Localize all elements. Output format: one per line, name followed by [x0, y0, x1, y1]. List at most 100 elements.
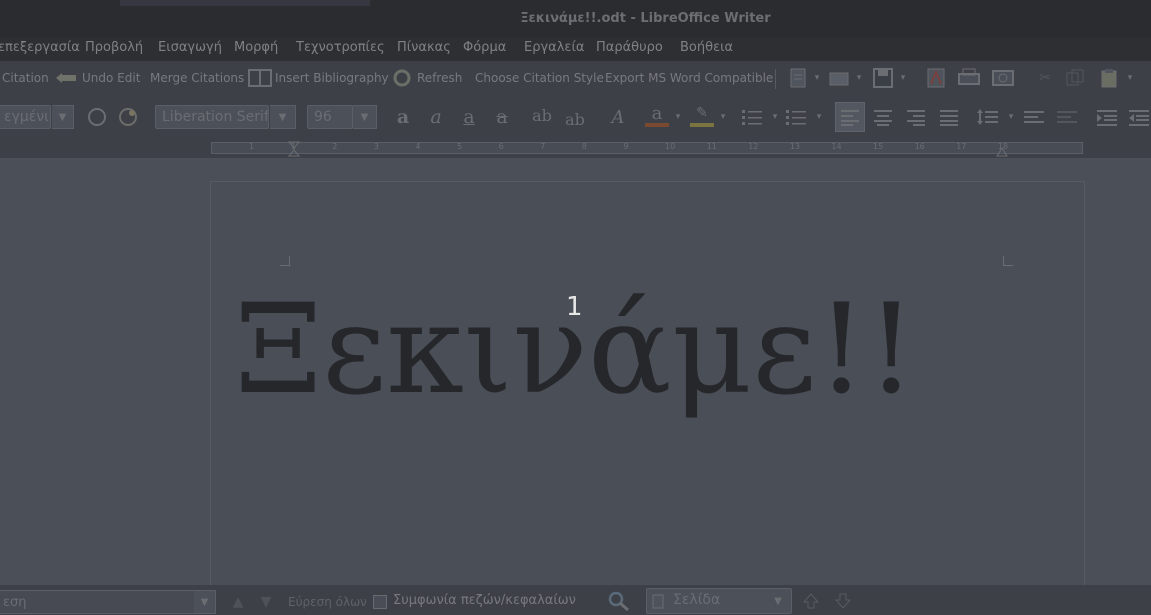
menu-edit[interactable]: επεξεργασία [0, 40, 80, 55]
subscript-icon[interactable]: ab [562, 107, 588, 131]
align-left-icon [838, 105, 862, 129]
print-preview-icon[interactable] [990, 67, 1016, 89]
print-icon[interactable] [956, 67, 982, 89]
title-bar-strip [120, 0, 370, 6]
ruler-tick-label: 6 [498, 142, 504, 151]
search-scope-dropdown-icon[interactable]: ▼ [770, 594, 786, 608]
line-spacing-dropdown-icon[interactable]: ▾ [1006, 107, 1016, 127]
underline-icon[interactable]: a [457, 105, 481, 129]
ruler-tick-label: 8 [581, 142, 587, 151]
italic-icon[interactable]: a [424, 105, 448, 129]
menu-form[interactable]: Φόρμα [463, 40, 506, 55]
font-name-dropdown-icon[interactable]: ▼ [270, 105, 296, 129]
paragraph-style-dropdown-icon[interactable]: ▼ [52, 105, 74, 129]
ruler-tick-label: 2 [332, 142, 338, 151]
paste-dropdown-icon[interactable]: ▾ [1125, 69, 1135, 87]
find-previous-icon[interactable]: ▲ [228, 592, 248, 612]
new-dropdown-icon[interactable]: ▾ [812, 69, 822, 87]
justify-icon[interactable] [937, 105, 961, 129]
unordered-list-icon[interactable] [740, 105, 764, 129]
ruler-tick-label: 10 [665, 142, 676, 151]
find-history-dropdown-icon[interactable]: ▼ [194, 590, 216, 614]
paragraph-style-combo[interactable]: εγμένι [0, 105, 51, 129]
match-case-checkbox[interactable] [373, 595, 387, 609]
insert-bibliography-button[interactable]: Insert Bibliography [275, 71, 389, 85]
align-center-icon[interactable] [871, 105, 895, 129]
right-indent-marker-icon[interactable] [996, 141, 1008, 157]
ruler-tick-label: 5 [457, 142, 463, 151]
ruler-tick-label: 11 [706, 142, 717, 151]
citation-button[interactable]: Citation [2, 71, 49, 85]
menu-styles[interactable]: Τεχνοτροπίες [296, 40, 385, 55]
left-indent-marker-icon[interactable] [287, 141, 301, 157]
decrease-indent-icon[interactable] [1127, 105, 1151, 129]
highlight-dropdown-icon[interactable]: ▾ [718, 107, 728, 127]
find-all-button[interactable]: Εύρεση όλων [288, 595, 367, 609]
page-number-overlay: 1 [566, 292, 583, 322]
ordered-list-dropdown-icon[interactable]: ▾ [814, 107, 824, 127]
export-word-button[interactable]: Export MS Word Compatible [605, 71, 773, 85]
export-pdf-icon[interactable] [924, 67, 948, 89]
ruler-tick-label: 13 [789, 142, 800, 151]
font-size-dropdown-icon[interactable]: ▼ [353, 105, 377, 129]
page-icon [651, 593, 665, 609]
text-boundary-corner [280, 256, 290, 266]
bold-icon[interactable]: a [391, 105, 415, 129]
align-right-icon[interactable] [904, 105, 928, 129]
menu-table[interactable]: Πίνακας [397, 40, 451, 55]
refresh-icon [392, 68, 412, 88]
font-color-icon[interactable]: a [645, 103, 669, 127]
ruler-tick-label: 15 [873, 142, 884, 151]
find-text-field[interactable]: εση [0, 590, 216, 614]
new-document-icon[interactable] [787, 67, 809, 89]
unordered-list-dropdown-icon[interactable]: ▾ [770, 107, 780, 127]
line-spacing-icon[interactable] [976, 105, 1000, 129]
menu-help[interactable]: Βοήθεια [680, 40, 733, 55]
clear-formatting-icon[interactable]: A [606, 105, 630, 129]
menu-tools[interactable]: Εργαλεία [524, 40, 584, 55]
font-color-dropdown-icon[interactable]: ▾ [673, 107, 683, 127]
horizontal-ruler[interactable] [211, 142, 1083, 154]
save-dropdown-icon[interactable]: ▾ [898, 69, 908, 87]
menu-window[interactable]: Παράθυρο [596, 40, 663, 55]
choose-citation-style-button[interactable]: Choose Citation Style [475, 71, 604, 85]
new-style-icon[interactable] [117, 106, 139, 128]
update-style-icon[interactable] [86, 106, 108, 128]
strikethrough-icon[interactable]: a [490, 105, 514, 129]
copy-icon[interactable] [1064, 67, 1086, 89]
zotero-toolbar: Citation Undo Edit Merge Citations Inser… [0, 61, 1151, 95]
superscript-icon[interactable]: ab [529, 103, 555, 127]
open-icon[interactable] [829, 67, 851, 89]
find-next-icon[interactable]: ▼ [256, 592, 276, 612]
navigate-down-icon[interactable] [832, 590, 854, 612]
decrease-paragraph-spacing-icon[interactable] [1055, 105, 1079, 129]
navigate-up-icon[interactable] [800, 590, 822, 612]
ruler-tick-label: 9 [623, 142, 629, 151]
highlight-icon[interactable]: ✎ [690, 103, 714, 127]
merge-citations-button[interactable]: Merge Citations [150, 71, 244, 85]
font-size-combo[interactable]: 96 [307, 105, 353, 129]
font-name-combo[interactable]: Liberation Serif [155, 105, 269, 129]
refresh-button[interactable]: Refresh [417, 71, 462, 85]
menu-view[interactable]: Προβολή [85, 40, 143, 55]
paste-icon[interactable] [1098, 67, 1120, 89]
undo-edit-button[interactable]: Undo Edit [82, 71, 140, 85]
menu-format[interactable]: Μορφή [234, 40, 278, 55]
increase-indent-icon[interactable] [1095, 105, 1119, 129]
save-icon[interactable] [871, 67, 895, 89]
open-dropdown-icon[interactable]: ▾ [854, 69, 864, 87]
formatting-toolbar: εγμένι ▼ Liberation Serif ▼ 96 ▼ a a a a… [0, 95, 1151, 140]
cut-icon[interactable]: ✂ [1034, 67, 1056, 89]
toolbar-separator [775, 69, 776, 89]
ruler-tick-label: 16 [914, 142, 925, 151]
undo-edit-icon [56, 70, 78, 86]
ruler-tick-label: 3 [373, 142, 379, 151]
find-and-replace-icon[interactable] [606, 589, 632, 613]
menu-bar: επεξεργασία Προβολή Εισαγωγή Μορφή Τεχνο… [0, 37, 1151, 61]
increase-paragraph-spacing-icon[interactable] [1022, 105, 1046, 129]
menu-insert[interactable]: Εισαγωγή [158, 40, 222, 55]
ordered-list-icon[interactable] [784, 105, 808, 129]
book-icon [248, 68, 272, 88]
ruler-tick-label: 17 [956, 142, 967, 151]
window-title: Ξεκινάμε!!.odt - LibreOffice Writer [520, 11, 771, 26]
